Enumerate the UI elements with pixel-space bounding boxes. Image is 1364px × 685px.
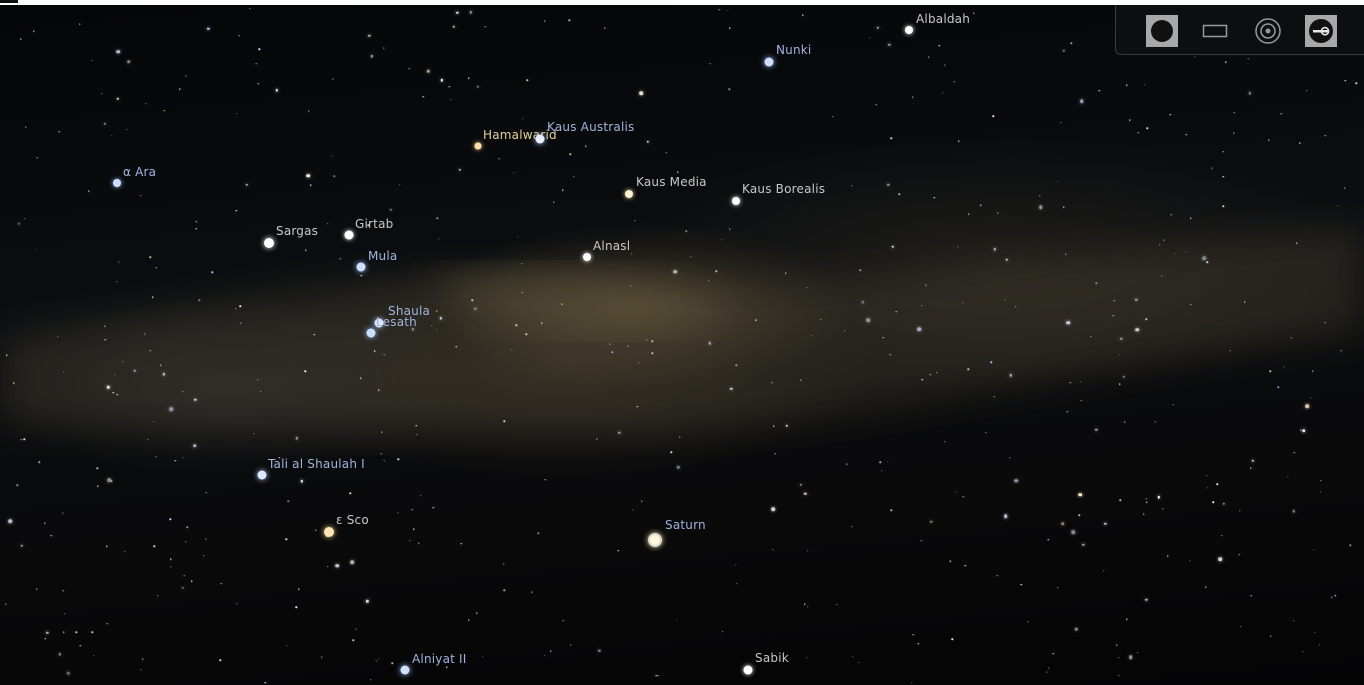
night-vision-button[interactable] (1252, 15, 1284, 47)
label-kaus-australis[interactable]: Kaus Australis (547, 120, 634, 134)
field-star (169, 407, 173, 412)
field-star (1078, 492, 1082, 497)
field-star (1218, 557, 1222, 561)
label-saturn[interactable]: Saturn (665, 518, 706, 532)
label-nunki[interactable]: Nunki (776, 43, 811, 57)
field-star (116, 50, 120, 54)
wrench-key-icon (1309, 19, 1333, 43)
field-star (1305, 404, 1310, 408)
label-albaldah[interactable]: Albaldah (916, 12, 970, 26)
field-star (1060, 521, 1065, 526)
field-star (1129, 655, 1133, 659)
label-alpha-ara[interactable]: α Ara (123, 165, 156, 179)
star-alniyat[interactable] (400, 665, 410, 675)
sky-view[interactable]: Albaldah Nunki Hamalwarid Kaus Australis… (0, 5, 1364, 685)
field-star (1202, 256, 1207, 261)
star-nunki[interactable] (764, 57, 774, 67)
field-star (866, 318, 870, 322)
ground-toggle-button[interactable] (1146, 15, 1178, 47)
label-sargas[interactable]: Sargas (276, 224, 318, 238)
star-hamalwarid[interactable] (474, 142, 482, 150)
field-star (1014, 478, 1019, 483)
label-alniyat[interactable]: Alniyat II (412, 652, 467, 666)
label-hamalwarid[interactable]: Hamalwarid (483, 128, 557, 142)
field-star (1066, 320, 1070, 325)
field-star (306, 173, 310, 178)
field-star (1038, 205, 1043, 209)
star-tali-al-shaulah[interactable] (257, 470, 267, 480)
top-edge-marker (0, 0, 18, 3)
star-mula[interactable] (356, 262, 366, 272)
view-toolbar (1115, 5, 1364, 55)
star-girtab[interactable] (344, 230, 354, 240)
label-lesath[interactable]: Lesath (376, 315, 417, 329)
planet-saturn[interactable] (648, 533, 662, 547)
field-star (771, 507, 776, 511)
label-sabik[interactable]: Sabik (755, 651, 789, 665)
field-star (673, 269, 678, 274)
label-kaus-media[interactable]: Kaus Media (636, 175, 707, 189)
label-girtab[interactable]: Girtab (355, 217, 393, 231)
milky-way-band (0, 225, 1364, 435)
field-star (350, 560, 354, 565)
field-star (1301, 428, 1306, 433)
field-star (8, 519, 13, 524)
field-star (126, 59, 131, 64)
field-star (639, 91, 644, 96)
pan-tool-button[interactable] (1305, 15, 1337, 47)
field-star (1071, 530, 1076, 534)
label-alnasl[interactable]: Alnasl (593, 239, 630, 253)
star-sabik[interactable] (743, 665, 753, 675)
field-star (1003, 514, 1008, 519)
star-kaus-australis[interactable] (535, 134, 545, 144)
field-star (1135, 327, 1139, 332)
label-tali-al-shaulah[interactable]: Tali al Shaulah I (268, 457, 365, 471)
field-star (335, 563, 339, 568)
field-star (1080, 99, 1084, 104)
field-star (917, 327, 921, 332)
label-epsilon-sco[interactable]: ε Sco (336, 513, 369, 527)
target-circle-icon (1255, 18, 1281, 44)
star-sargas[interactable] (264, 238, 274, 248)
star-lesath[interactable] (366, 328, 376, 338)
star-alnasl[interactable] (583, 253, 591, 261)
star-kaus-media[interactable] (625, 190, 633, 198)
star-alpha-ara[interactable] (113, 179, 121, 187)
star-albaldah[interactable] (905, 26, 913, 34)
label-kaus-borealis[interactable]: Kaus Borealis (742, 182, 825, 196)
rectangle-frame-icon (1202, 24, 1228, 38)
ground-disc-icon (1151, 20, 1173, 42)
constellation-art-button[interactable] (1199, 15, 1231, 47)
field-star (193, 443, 197, 448)
label-mula[interactable]: Mula (368, 249, 397, 263)
